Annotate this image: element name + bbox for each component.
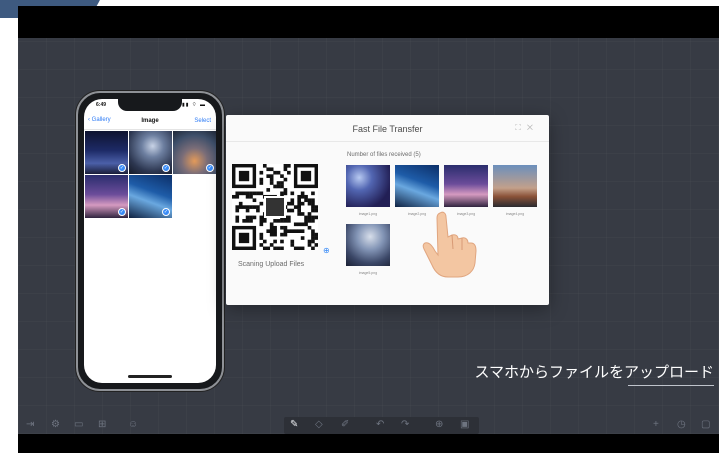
undo-icon[interactable]: ↶ <box>376 419 384 430</box>
received-file[interactable]: image4.png <box>493 165 537 216</box>
delete-icon[interactable]: ▣ <box>460 419 469 430</box>
bottom-toolbar: ⇥ ⚙ ▭ ⊞ ☺ ✎ ◇ ✐ ↶ ↷ ⊕ ▣ + ◷ ▢ <box>18 417 719 434</box>
check-icon: ✓ <box>118 208 126 216</box>
plus-icon[interactable]: + <box>653 419 659 430</box>
check-icon: ✓ <box>162 164 170 172</box>
file-name: image5.png <box>358 271 378 275</box>
status-icons: ▮▮ ⌔ ▬ <box>182 102 206 108</box>
settings-icon[interactable]: ⚙ <box>51 419 60 430</box>
letterbox-bottom <box>18 434 719 453</box>
gallery-photo[interactable]: ✓ <box>129 175 172 218</box>
check-icon: ✓ <box>118 164 126 172</box>
scan-upload-label: Scaning Upload Files <box>238 261 305 268</box>
received-file[interactable]: image1.png <box>346 165 390 216</box>
pen-icon[interactable]: ✎ <box>290 419 298 430</box>
qr-code <box>232 164 319 251</box>
phone-notch <box>118 99 182 111</box>
photo-grid: ✓ ✓ ✓ ✓ ✓ <box>85 131 216 218</box>
hand-pointer-icon <box>422 211 477 278</box>
file-thumbnail <box>346 165 390 207</box>
caption-underline <box>628 385 714 386</box>
files-received-count: Number of files received (5) <box>347 152 421 158</box>
phone-screen: 6:49 ▮▮ ⌔ ▬ ‹ Gallery Image Select ✓ ✓ ✓ ✓ ✓ <box>84 99 216 383</box>
file-name: image4.png <box>505 212 525 216</box>
close-icon[interactable]: ✕ <box>527 123 539 132</box>
received-file[interactable]: image5.png <box>346 224 390 275</box>
gallery-photo[interactable]: ✓ <box>129 131 172 174</box>
add-icon[interactable]: ⊕ <box>435 419 443 430</box>
refresh-qr-icon[interactable]: ⊕ <box>323 246 330 255</box>
fullscreen-icon[interactable]: ⛶ <box>515 123 527 132</box>
subtitle-caption: スマホからファイルをアップロード <box>474 364 714 381</box>
redo-icon[interactable]: ↷ <box>401 419 409 430</box>
check-icon: ✓ <box>162 208 170 216</box>
user-icon[interactable]: ☺ <box>128 419 138 430</box>
gallery-photo[interactable]: ✓ <box>85 131 128 174</box>
exit-icon[interactable]: ⇥ <box>26 419 34 430</box>
dialog-divider <box>226 141 549 142</box>
gallery-nav-bar: ‹ Gallery Image Select <box>84 115 216 130</box>
history-icon[interactable]: ◷ <box>677 419 686 430</box>
phone-mockup: 6:49 ▮▮ ⌔ ▬ ‹ Gallery Image Select ✓ ✓ ✓ ✓ ✓ <box>76 91 224 391</box>
fast-file-transfer-dialog: Fast File Transfer ⛶✕ ⊕ Scaning Upload F… <box>226 115 549 305</box>
status-time: 6:49 <box>96 102 107 108</box>
gallery-photo[interactable]: ✓ <box>173 131 216 174</box>
file-thumbnail <box>346 224 390 266</box>
file-thumbnail <box>444 165 488 207</box>
check-icon: ✓ <box>206 164 214 172</box>
dialog-title: Fast File Transfer <box>352 124 423 134</box>
file-thumbnail <box>493 165 537 207</box>
window-icon[interactable]: ▢ <box>701 419 710 430</box>
dialog-tools: ⛶✕ <box>515 123 539 133</box>
letterbox-top <box>18 6 719 38</box>
select-button[interactable]: Select <box>194 118 211 124</box>
file-thumbnail <box>395 165 439 207</box>
qr-logo <box>264 196 286 218</box>
eraser-icon[interactable]: ◇ <box>315 419 323 430</box>
video-frame: 6:49 ▮▮ ⌔ ▬ ‹ Gallery Image Select ✓ ✓ ✓ ✓ ✓… <box>18 6 719 453</box>
file-name: image1.png <box>358 212 378 216</box>
gallery-photo[interactable]: ✓ <box>85 175 128 218</box>
folder-icon[interactable]: ▭ <box>74 419 83 430</box>
highlighter-icon[interactable]: ✐ <box>341 419 349 430</box>
apps-icon[interactable]: ⊞ <box>98 419 106 430</box>
